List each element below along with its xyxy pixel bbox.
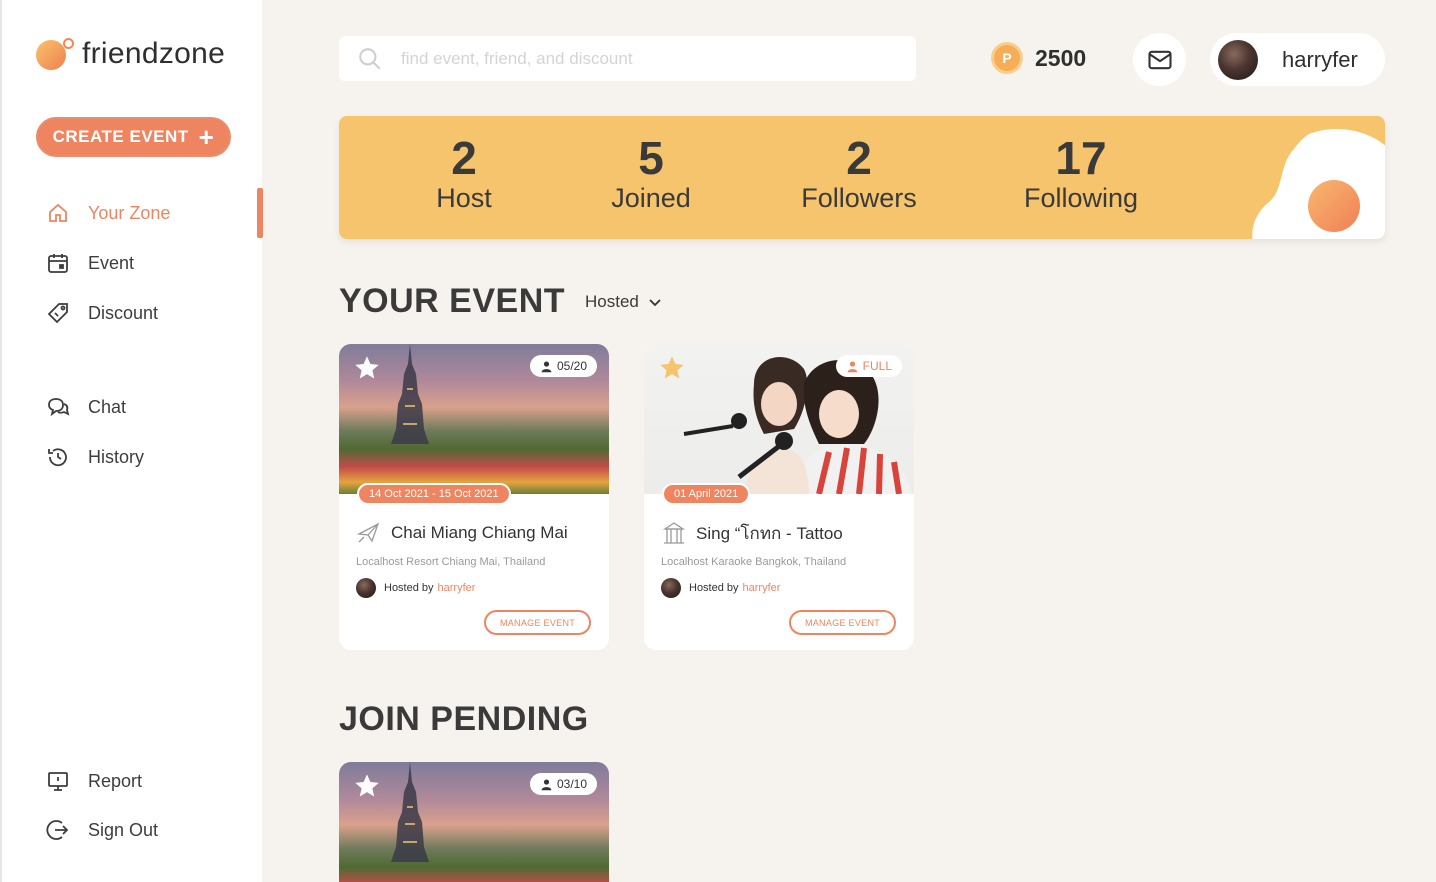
mail-icon	[1147, 50, 1172, 69]
stat-joined[interactable]: 5 Joined	[601, 134, 701, 214]
calendar-icon	[48, 254, 68, 273]
monitor-icon	[48, 772, 68, 791]
create-event-button[interactable]: CREATE EVENT +	[36, 117, 231, 157]
app-logo[interactable]: friendzone	[36, 36, 225, 72]
sidebar-item-label: Chat	[88, 396, 127, 417]
egg-illustration	[1252, 129, 1385, 239]
karaoke-icon	[662, 521, 686, 544]
person-icon	[847, 360, 858, 372]
capacity-value: 05/20	[556, 359, 587, 373]
capacity-value: FULL	[862, 359, 892, 373]
search-input[interactable]	[401, 48, 881, 69]
messages-button[interactable]	[1133, 33, 1186, 86]
stat-followers[interactable]: 2 Followers	[789, 134, 929, 214]
search-icon	[359, 47, 381, 70]
sign-out-icon	[46, 820, 69, 840]
your-event-title: YOUR EVENT	[339, 282, 566, 320]
capacity-badge: FULL	[835, 355, 902, 377]
host-name-link[interactable]: harryfer	[743, 582, 781, 594]
sidebar-item-discount[interactable]: Discount	[46, 295, 158, 331]
event-location: Localhost Karaoke Bangkok, Thailand	[661, 556, 847, 568]
temple-illustration	[391, 344, 429, 444]
active-indicator	[257, 188, 263, 238]
sidebar-item-report[interactable]: Report	[46, 763, 142, 799]
plane-icon	[356, 522, 380, 543]
profile-menu[interactable]: harryfer	[1210, 33, 1385, 86]
event-title-text: Sing “โกทก - Tattoo	[696, 524, 843, 543]
sidebar-item-history[interactable]: History	[46, 439, 144, 475]
event-title-text: Chai Miang Chiang Mai	[391, 523, 568, 542]
event-location: Localhost Resort Chiang Mai, Thailand	[356, 556, 546, 568]
join-pending-title: JOIN PENDING	[339, 700, 589, 738]
app-name: friendzone	[82, 37, 226, 70]
sidebar-item-label: History	[88, 446, 145, 467]
create-event-label: CREATE EVENT	[52, 127, 189, 146]
stat-label: Joined	[611, 183, 691, 213]
event-card[interactable]: FULL 01 April 2021 Sing “โกทก - Tattoo L…	[644, 344, 914, 650]
avatar	[356, 578, 376, 598]
sidebar-item-label: Sign Out	[88, 819, 159, 840]
history-icon	[48, 448, 67, 467]
event-host: Hosted by harryfer	[356, 578, 475, 598]
sidebar-item-label: Discount	[88, 302, 159, 323]
avatar	[1218, 39, 1258, 80]
person-icon	[541, 778, 552, 790]
event-filter-dropdown[interactable]: Hosted	[585, 292, 663, 312]
stat-label: Following	[1023, 183, 1139, 213]
favorite-star-icon[interactable]	[353, 772, 381, 800]
date-badge: 14 Oct 2021 - 15 Oct 2021	[357, 483, 511, 505]
stat-following[interactable]: 17 Following	[1009, 134, 1153, 214]
hosted-by-label: Hosted by	[384, 582, 434, 594]
chat-icon	[48, 398, 70, 417]
sidebar-item-label: Report	[88, 770, 143, 791]
event-title: Sing “โกทก - Tattoo	[661, 520, 843, 547]
event-card[interactable]: 03/10	[339, 762, 609, 882]
stat-value: 2	[451, 132, 477, 184]
logo-icon	[36, 36, 76, 72]
sidebar-item-event[interactable]: Event	[46, 245, 134, 281]
coin-icon: P	[991, 42, 1023, 74]
avatar	[661, 578, 681, 598]
home-icon	[49, 203, 67, 222]
stats-banner: 2 Host 5 Joined 2 Followers 17 Following	[339, 116, 1385, 239]
capacity-badge: 03/10	[529, 773, 597, 795]
stat-value: 17	[1055, 132, 1107, 184]
capacity-value: 03/10	[556, 777, 587, 791]
sidebar-item-sign-out[interactable]: Sign Out	[46, 812, 158, 848]
sidebar-item-label: Your Zone	[88, 202, 171, 223]
sidebar-item-label: Event	[88, 252, 135, 273]
temple-illustration	[391, 762, 429, 862]
person-icon	[541, 360, 552, 372]
favorite-star-icon[interactable]	[353, 354, 381, 382]
sidebar-item-your-zone[interactable]: Your Zone	[46, 195, 170, 231]
points-value: 2500	[1035, 44, 1087, 71]
username: harryfer	[1282, 46, 1358, 72]
hosted-by-label: Hosted by	[689, 582, 739, 594]
manage-event-button[interactable]: MANAGE EVENT	[789, 610, 896, 635]
points-display: P 2500	[991, 42, 1086, 74]
event-title: Chai Miang Chiang Mai	[356, 520, 568, 546]
filter-value: Hosted	[585, 292, 639, 311]
favorite-star-icon[interactable]	[658, 354, 686, 382]
stat-host[interactable]: 2 Host	[424, 134, 504, 214]
stat-value: 2	[846, 132, 872, 184]
chevron-down-icon	[649, 299, 661, 307]
plus-icon: +	[198, 122, 215, 152]
capacity-badge: 05/20	[529, 355, 597, 377]
manage-event-button[interactable]: MANAGE EVENT	[484, 610, 591, 635]
search-bar[interactable]	[339, 36, 916, 81]
tag-icon	[47, 303, 68, 324]
event-card[interactable]: 05/20 14 Oct 2021 - 15 Oct 2021 Chai Mia…	[339, 344, 609, 650]
stat-value: 5	[638, 132, 664, 184]
sidebar-item-chat[interactable]: Chat	[46, 389, 126, 425]
stat-label: Followers	[801, 183, 917, 213]
stat-label: Host	[436, 183, 492, 213]
event-host: Hosted by harryfer	[661, 578, 780, 598]
host-name-link[interactable]: harryfer	[438, 582, 476, 594]
date-badge: 01 April 2021	[662, 483, 751, 505]
sidebar: friendzone CREATE EVENT + Your Zone Even…	[0, 0, 263, 882]
